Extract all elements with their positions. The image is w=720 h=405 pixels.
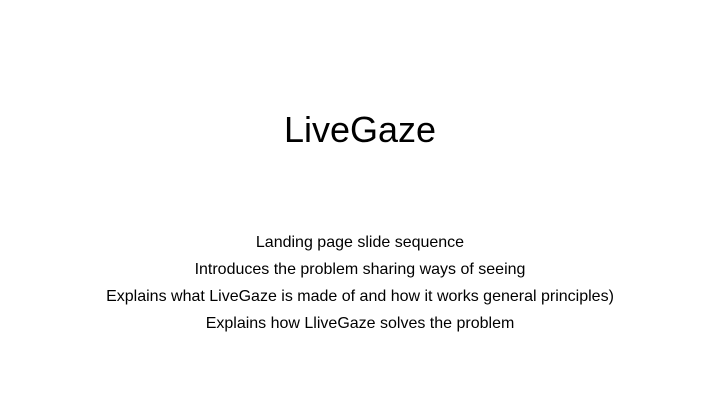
subtitle-line: Explains what LiveGaze is made of and ho… <box>106 288 614 305</box>
slide-subtitle: Landing page slide sequence Introduces t… <box>0 229 720 337</box>
slide: LiveGaze Landing page slide sequence Int… <box>0 0 720 405</box>
subtitle-line: Introduces the problem sharing ways of s… <box>194 261 526 278</box>
subtitle-line: Landing page slide sequence <box>255 234 465 251</box>
subtitle-line: Explains how LliveGaze solves the proble… <box>205 315 515 332</box>
slide-title: LiveGaze <box>283 109 437 150</box>
